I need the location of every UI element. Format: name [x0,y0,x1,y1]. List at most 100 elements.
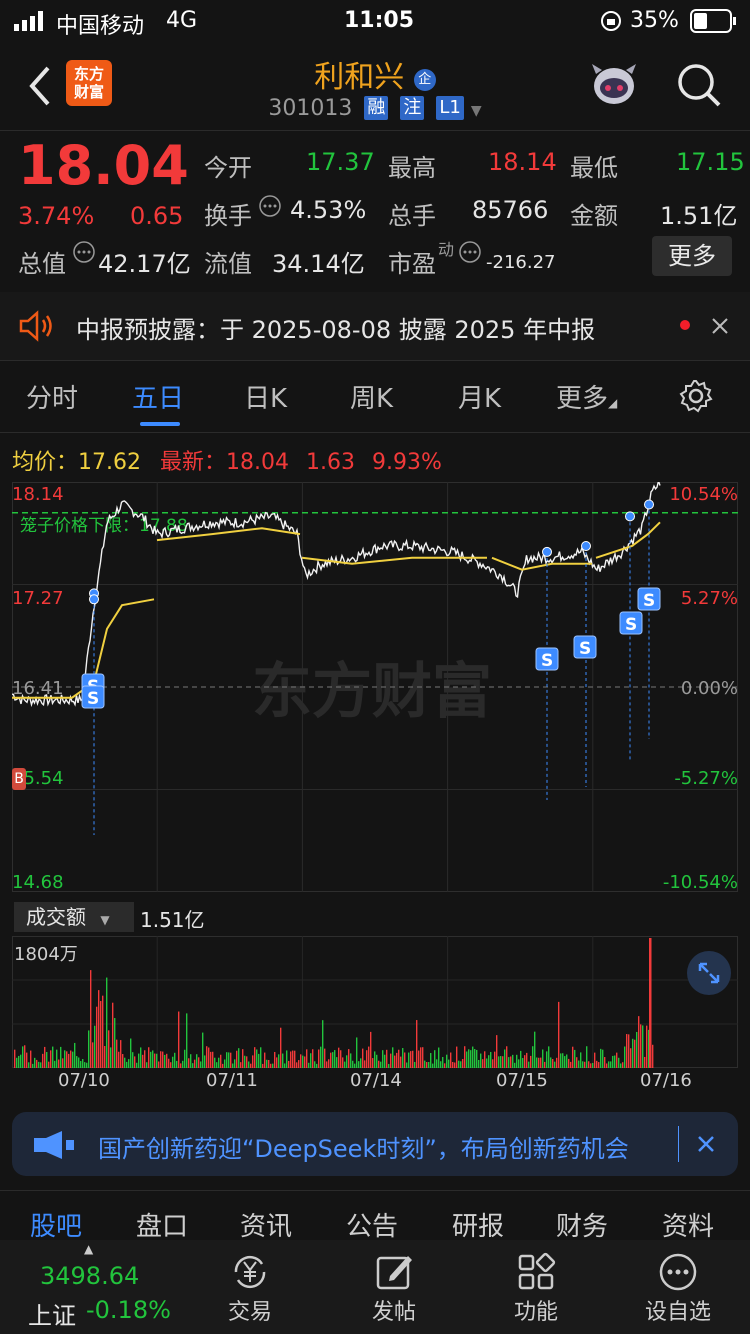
volume-bar [48,1061,50,1068]
volume-bar [518,1059,520,1068]
subtab-news[interactable]: 资讯 [240,1206,292,1243]
promo-banner[interactable]: 国产创新药迎“DeepSeek时刻”，布局创新药机会 [12,1112,738,1176]
trade-point[interactable] [89,594,99,605]
price-chart[interactable]: 东方财富 笼子价格下限：17.88 SSSSSS [12,482,738,892]
volume-bar [80,1061,82,1068]
volume-bar [354,1063,356,1068]
index-value[interactable]: 3498.64 [40,1262,139,1290]
volume-bar [542,1049,544,1068]
promo-text: 国产创新药迎“DeepSeek时刻”，布局创新药机会 [98,1135,629,1163]
volume-chart[interactable] [12,936,738,1068]
info-dots-icon[interactable] [258,194,282,218]
volume-bar [448,1059,450,1068]
volume-bar [24,1045,26,1068]
volume-bar [652,1044,654,1068]
volume-bar [220,1054,222,1068]
tab-monthly-k[interactable]: 月K [458,378,501,415]
robot-assistant-icon[interactable] [588,60,640,110]
chevron-down-icon[interactable]: ▼ [471,103,482,119]
volume-bar [624,1046,626,1068]
nav-add-watchlist[interactable]: 设自选 [628,1244,728,1326]
volume-bar [172,1056,174,1068]
nav-post-label: 发帖 [371,1300,416,1325]
pe-superscript: 动 [438,240,455,259]
volume-bar [556,1057,558,1068]
volume-bar [266,1059,268,1068]
nav-add-watchlist-label: 设自选 [644,1300,711,1325]
tag-level1[interactable]: L1 [436,96,464,120]
volume-label: 总手 [388,202,436,230]
grid-icon [518,1252,556,1290]
volume-bar [582,1061,584,1068]
close-icon[interactable] [710,316,730,336]
tab-five-day[interactable]: 五日 [132,378,184,415]
subtab-forum[interactable]: 股吧 [30,1206,82,1243]
nav-post[interactable]: 发帖 [344,1244,444,1326]
trade-point[interactable] [581,540,591,551]
volume-bar [640,1024,642,1068]
subtab-research[interactable]: 研报 [452,1206,504,1243]
volume-bar [96,1006,98,1068]
settings-gear-icon[interactable] [678,378,714,414]
subtab-profile[interactable]: 资料 [662,1206,714,1243]
more-button[interactable]: 更多 [652,236,732,276]
index-name[interactable]: 上证 [28,1296,76,1331]
volume-bar [322,1020,324,1068]
volume-bar [126,1061,128,1068]
nav-functions[interactable]: 功能 [486,1244,586,1326]
volume-bar [628,1034,630,1068]
volume-bar [570,1061,572,1068]
volume-bar [616,1052,618,1068]
volume-bar [146,1062,148,1068]
volume-bar [428,1062,430,1068]
y-tick-left-4: 14.68 [12,872,64,893]
tab-weekly-k[interactable]: 周K [350,378,393,415]
fullscreen-icon[interactable] [686,950,732,996]
nav-trade[interactable]: 交易 [200,1244,300,1326]
volume-bar [440,1061,442,1068]
tag-registered[interactable]: 注 [400,96,425,120]
subtab-order-book[interactable]: 盘口 [136,1206,188,1243]
info-dots-icon[interactable] [458,240,482,264]
tab-more[interactable]: 更多◢ [556,378,617,415]
volume-bar [158,1061,160,1068]
tag-margin[interactable]: 融 [364,96,389,120]
notice-bar[interactable]: 中报预披露：于 2025-08-08 披露 2025 年中报 [0,292,750,360]
latest-value: 18.04 [226,450,289,475]
trade-point[interactable] [542,546,552,557]
expand-up-icon[interactable]: ▲ [84,1242,93,1256]
trade-point[interactable] [625,511,635,522]
subtab-announcements[interactable]: 公告 [346,1206,398,1243]
info-dots-icon[interactable] [72,240,96,264]
volume-bar [178,1011,180,1068]
search-icon[interactable] [676,62,722,108]
volume-bar [42,1053,44,1068]
tab-intraday[interactable]: 分时 [26,378,78,415]
volume-bar [282,1053,284,1068]
mcap-value: 42.17亿 [98,250,191,278]
avg-price-line [595,521,661,559]
volume-bar [136,1062,138,1068]
volume-bar [156,1053,158,1068]
index-change[interactable]: -0.18% [86,1296,171,1324]
volume-bar [444,1063,446,1068]
volume-bar [312,1049,314,1068]
volume-bar [434,1050,436,1068]
trade-point[interactable] [644,499,654,510]
subtab-finance[interactable]: 财务 [556,1206,608,1243]
subtabs-divider [0,1190,750,1191]
buy-marker[interactable]: B [12,768,26,790]
avg-label: 均价： [12,450,79,475]
volume-type-select[interactable]: 成交额 ▼ [14,902,134,932]
tab-more-label: 更多 [556,384,609,414]
volume-bar [458,1060,460,1068]
low-label: 最低 [570,154,618,182]
tab-indicator [140,422,180,426]
volume-bar [86,1062,88,1068]
volume-bar [260,1047,262,1068]
close-icon[interactable] [696,1134,716,1154]
volume-bar [412,1050,414,1068]
turnover-value: 4.53% [290,196,367,224]
volume-bar [356,1037,358,1068]
tab-daily-k[interactable]: 日K [244,378,287,415]
